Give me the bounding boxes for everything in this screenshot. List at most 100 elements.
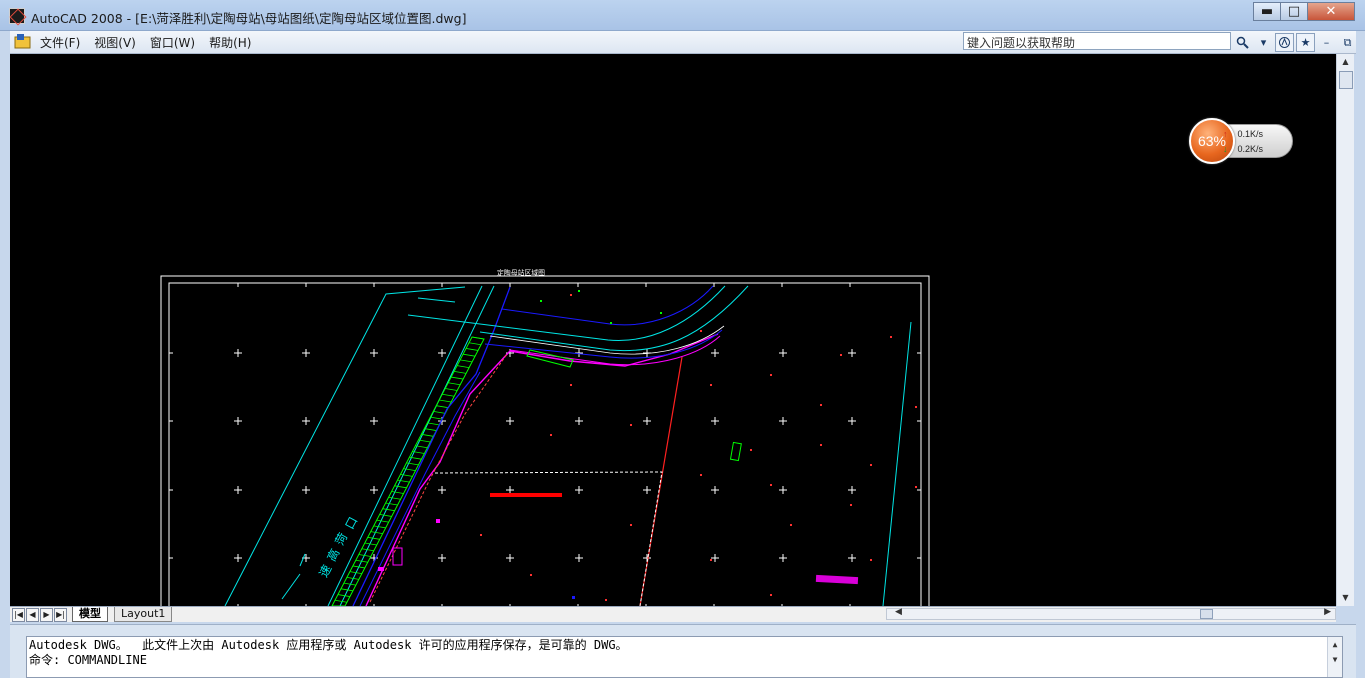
- survey-point: [700, 330, 702, 332]
- curved-road-blue-1: [501, 285, 714, 326]
- highway-ramp: [281, 573, 301, 600]
- document-icon[interactable]: [14, 34, 31, 49]
- road-label: 口 菏 高 速: [316, 515, 360, 580]
- red-bar: [490, 493, 562, 497]
- hatch-line: [382, 508, 395, 512]
- survey-point: [870, 464, 872, 466]
- vertical-scroll-thumb[interactable]: [1339, 71, 1353, 89]
- magenta-dot-2: [378, 567, 384, 571]
- scroll-up-arrow-icon[interactable]: ▲: [1337, 54, 1354, 70]
- tab-nav-buttons: |◀ ◀ ▶ ▶|: [12, 608, 68, 622]
- scroll-down-arrow-icon[interactable]: ▼: [1337, 590, 1354, 606]
- help-search-input[interactable]: 键入问题以获取帮助: [963, 32, 1231, 50]
- horizontal-scroll-thumb[interactable]: [1200, 609, 1213, 619]
- survey-point: [550, 434, 552, 436]
- survey-point: [570, 384, 572, 386]
- survey-point: [630, 524, 632, 526]
- hatch-line: [424, 428, 437, 431]
- hatch-line: [471, 336, 485, 340]
- hatch-line: [465, 348, 479, 351]
- next-tab-icon[interactable]: ▶: [40, 608, 53, 622]
- survey-point: [890, 336, 892, 338]
- title-bar: AutoCAD 2008 - [E:\菏泽胜利\定陶母站\母站图纸\定陶母站区域…: [0, 0, 1365, 31]
- curved-road-blue-2: [484, 329, 723, 359]
- hatch-line: [379, 514, 392, 517]
- hatch-line: [385, 502, 398, 506]
- survey-point: [915, 486, 917, 488]
- hatch-line: [388, 496, 401, 500]
- sheet-border-inner: [168, 282, 922, 606]
- command-prompt: 命令: COMMANDLINE: [29, 653, 147, 667]
- menu-items: 文件(F) 视图(V) 窗口(W) 帮助(H): [40, 34, 251, 51]
- road-label-glyph-4: 速: [316, 563, 334, 580]
- survey-point: [750, 449, 752, 451]
- white-dashed-line: [434, 471, 663, 606]
- infocenter-toolbar: ▾ ★ – ⧉ ✕: [1233, 33, 1365, 52]
- menu-item-view[interactable]: 视图(V): [94, 34, 136, 51]
- hatch-line: [439, 399, 452, 403]
- memory-usage-ball[interactable]: 63%: [1189, 118, 1235, 164]
- communication-center-icon[interactable]: [1275, 33, 1294, 52]
- menu-item-window[interactable]: 窗口(W): [150, 34, 195, 51]
- scroll-left-arrow-icon[interactable]: ◀: [895, 607, 902, 617]
- magenta-hatch-rect: [815, 574, 859, 585]
- doc-close-button[interactable]: ✕: [1359, 33, 1365, 52]
- survey-point: [820, 404, 822, 406]
- survey-point: [605, 599, 607, 601]
- minimize-button[interactable]: ▬: [1253, 2, 1281, 21]
- tab-layout1[interactable]: Layout1: [114, 607, 173, 622]
- horizontal-scrollbar[interactable]: ◀ ▶: [886, 607, 1336, 620]
- first-tab-icon[interactable]: |◀: [12, 608, 25, 622]
- command-scrollbar[interactable]: ▲ ▼: [1327, 637, 1342, 677]
- drawing-canvas[interactable]: 定陶母站区域图 口 菏 高 速: [10, 54, 1336, 606]
- upload-speed-value: 0.1K/s: [1237, 129, 1264, 139]
- survey-point: [540, 300, 542, 302]
- road-label-glyph-3: 高: [324, 546, 343, 564]
- blue-dot: [572, 596, 575, 599]
- hatch-line: [468, 342, 482, 346]
- search-icon[interactable]: [1233, 33, 1252, 52]
- download-arrow-icon: ↓: [1223, 144, 1228, 154]
- highway-edge-1: [327, 285, 483, 606]
- hatch-line: [373, 525, 386, 529]
- hatch-line: [457, 365, 470, 369]
- hatch-line: [454, 370, 467, 374]
- doc-minimize-button[interactable]: –: [1317, 33, 1336, 52]
- blue-boundary-1: [352, 286, 511, 606]
- survey-point: [480, 534, 482, 536]
- survey-point: [530, 574, 532, 576]
- hatch-line: [451, 376, 464, 380]
- survey-point: [770, 594, 772, 596]
- highway-ramp-2: [299, 553, 306, 567]
- survey-point: [570, 294, 572, 296]
- upload-arrow-icon: ↑: [1223, 129, 1228, 139]
- doc-restore-button[interactable]: ⧉: [1338, 33, 1357, 52]
- green-marker: [729, 441, 742, 462]
- dropdown-arrow-icon[interactable]: ▾: [1254, 33, 1273, 52]
- tab-model[interactable]: 模型: [72, 607, 108, 622]
- hatch-line: [421, 433, 434, 437]
- last-tab-icon[interactable]: ▶|: [54, 608, 67, 622]
- autocad-app-icon[interactable]: [9, 8, 25, 24]
- survey-point: [610, 322, 612, 324]
- survey-point: [630, 424, 632, 426]
- hatch-line: [442, 393, 455, 397]
- right-cyan-line: [882, 321, 912, 606]
- hatch-line: [433, 411, 446, 414]
- prev-tab-icon[interactable]: ◀: [26, 608, 39, 622]
- hatch-line: [460, 359, 473, 363]
- hatch-line: [430, 416, 443, 420]
- hatch-line: [364, 542, 377, 546]
- drawing-svg: 定陶母站区域图 口 菏 高 速: [160, 268, 930, 606]
- network-speed-widget[interactable]: 63% ↑ 0.1K/s ↓ 0.2K/s: [1189, 118, 1295, 164]
- sheet-border-outer: [160, 275, 930, 606]
- command-line[interactable]: Autodesk DWG。 此文件上次由 Autodesk 应用程序或 Auto…: [26, 636, 1343, 678]
- menu-item-help[interactable]: 帮助(H): [209, 34, 251, 51]
- scroll-right-arrow-icon[interactable]: ▶: [1324, 607, 1331, 617]
- menu-item-file[interactable]: 文件(F): [40, 34, 80, 51]
- favorites-star-icon[interactable]: ★: [1296, 33, 1315, 52]
- maximize-button[interactable]: □: [1280, 2, 1308, 21]
- scatter-dots: [480, 290, 917, 601]
- vertical-scrollbar[interactable]: ▲ ▼: [1336, 54, 1354, 606]
- close-button[interactable]: ✕: [1307, 2, 1355, 21]
